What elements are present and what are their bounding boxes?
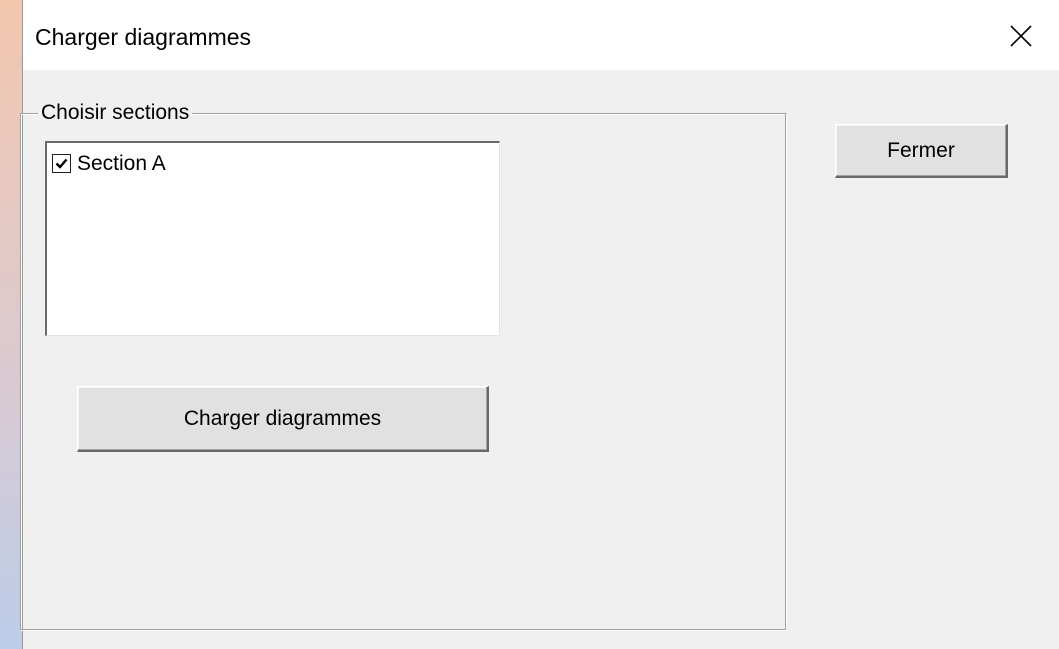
- sections-group-label: Choisir sections: [38, 101, 193, 125]
- title-bar[interactable]: Charger diagrammes: [23, 0, 1059, 70]
- window-title: Charger diagrammes: [35, 24, 252, 50]
- load-diagrams-button[interactable]: Charger diagrammes: [77, 386, 489, 452]
- section-a-checkbox[interactable]: [52, 154, 71, 173]
- close-icon: [1010, 25, 1032, 47]
- checkmark-icon: [55, 158, 68, 169]
- section-a-label: Section A: [77, 152, 166, 175]
- sections-listbox[interactable]: Section A: [45, 141, 500, 336]
- window-close-button[interactable]: [998, 16, 1048, 56]
- close-button[interactable]: Fermer: [835, 124, 1008, 178]
